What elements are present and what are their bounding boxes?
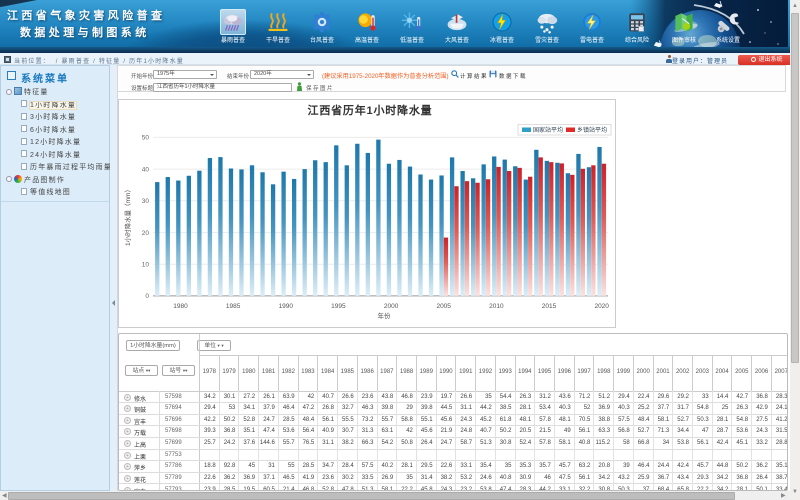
svg-text:30: 30	[142, 198, 150, 205]
svg-text:国家站平均: 国家站平均	[533, 126, 563, 134]
svg-text:乡镇站平均: 乡镇站平均	[577, 126, 607, 134]
svg-text:1980: 1980	[173, 303, 188, 310]
svg-text:10: 10	[142, 262, 150, 269]
svg-text:1小时降水量（mm）: 1小时降水量（mm）	[123, 186, 132, 246]
svg-text:1995: 1995	[331, 303, 346, 310]
svg-text:2005: 2005	[436, 303, 451, 310]
svg-text:1990: 1990	[279, 303, 294, 310]
svg-text:2020: 2020	[594, 303, 609, 310]
svg-text:1985: 1985	[226, 303, 241, 310]
svg-text:江西省历年1小时降水量: 江西省历年1小时降水量	[308, 103, 433, 117]
svg-text:20: 20	[142, 230, 150, 237]
svg-text:0: 0	[145, 293, 149, 300]
svg-text:2015: 2015	[542, 303, 557, 310]
svg-text:40: 40	[142, 166, 150, 173]
svg-text:50: 50	[142, 135, 150, 142]
svg-text:2000: 2000	[384, 303, 399, 310]
svg-text:2010: 2010	[489, 303, 504, 310]
svg-text:年份: 年份	[378, 311, 392, 320]
